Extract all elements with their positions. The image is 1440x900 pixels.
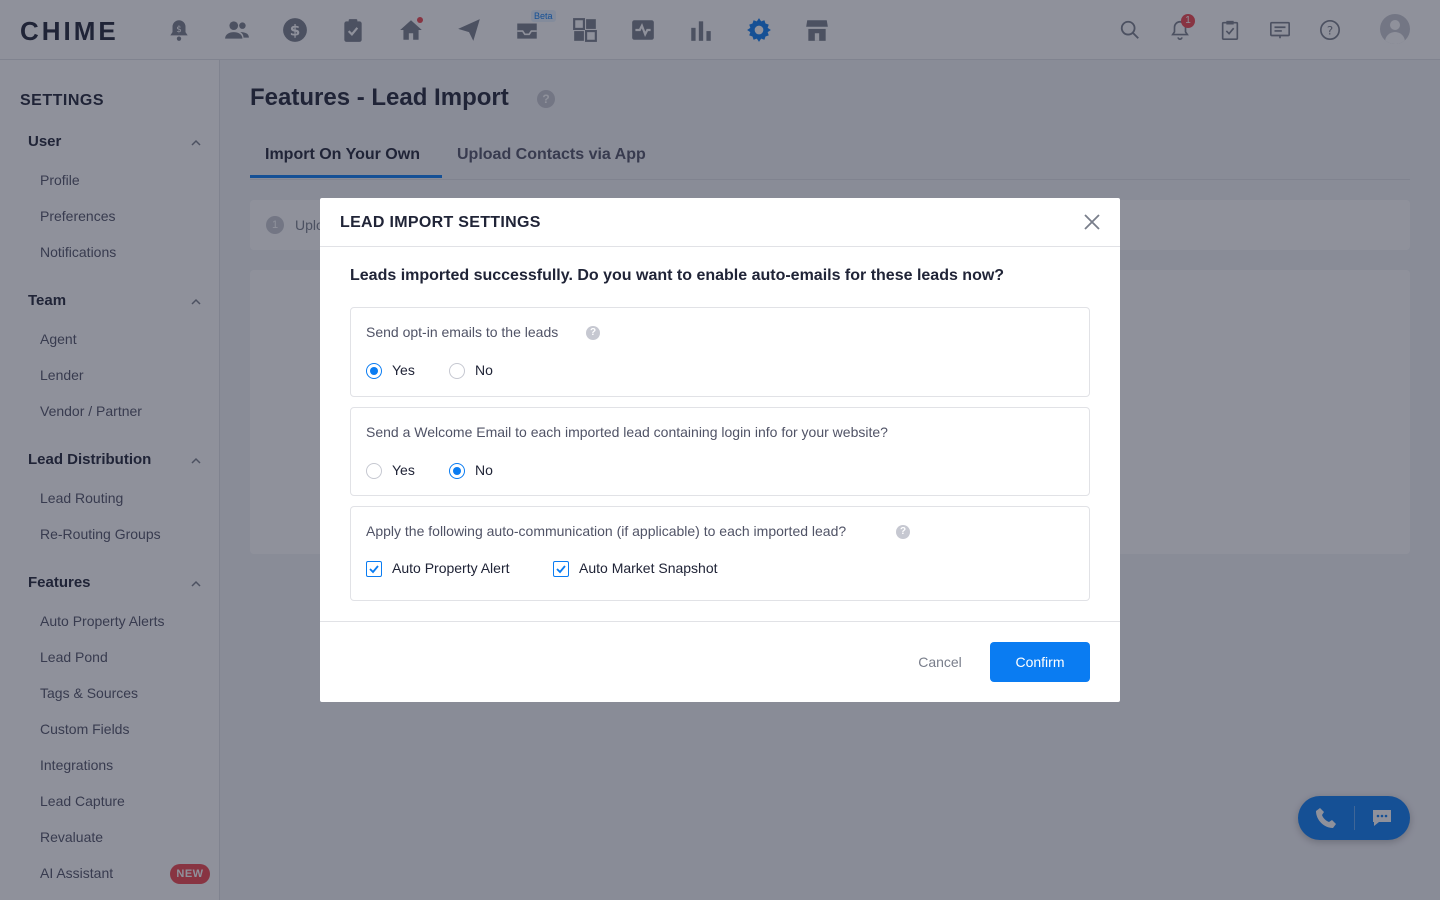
auto-market-snapshot-label[interactable]: Auto Market Snapshot bbox=[579, 560, 718, 576]
auto-market-snapshot-checkbox[interactable] bbox=[553, 561, 569, 577]
welcome-yes-label[interactable]: Yes bbox=[392, 462, 415, 478]
welcome-no-radio[interactable] bbox=[449, 463, 465, 479]
opt-in-email-section: Send opt-in emails to the leads ? Yes No bbox=[350, 307, 1090, 397]
close-icon[interactable] bbox=[1082, 212, 1102, 232]
modal-footer: Cancel Confirm bbox=[320, 621, 1120, 702]
opt-in-no-label[interactable]: No bbox=[475, 362, 493, 378]
welcome-yes-radio[interactable] bbox=[366, 463, 382, 479]
welcome-email-label: Send a Welcome Email to each imported le… bbox=[366, 424, 888, 440]
help-icon[interactable]: ? bbox=[896, 525, 910, 539]
opt-in-yes-radio[interactable] bbox=[366, 363, 382, 379]
checkmark-icon bbox=[556, 565, 566, 574]
modal-question: Leads imported successfully. Do you want… bbox=[350, 267, 1005, 284]
help-icon[interactable]: ? bbox=[586, 326, 600, 340]
lead-import-settings-modal: LEAD IMPORT SETTINGS Leads imported succ… bbox=[320, 198, 1120, 702]
welcome-no-label[interactable]: No bbox=[475, 462, 493, 478]
auto-property-alert-checkbox[interactable] bbox=[366, 561, 382, 577]
opt-in-yes-label[interactable]: Yes bbox=[392, 362, 415, 378]
auto-communication-label: Apply the following auto-communication (… bbox=[366, 523, 847, 539]
opt-in-email-label: Send opt-in emails to the leads bbox=[366, 324, 559, 340]
cancel-button[interactable]: Cancel bbox=[910, 642, 970, 682]
modal-title: LEAD IMPORT SETTINGS bbox=[340, 214, 541, 231]
checkmark-icon bbox=[369, 565, 379, 574]
auto-property-alert-label[interactable]: Auto Property Alert bbox=[392, 560, 510, 576]
modal-header: LEAD IMPORT SETTINGS bbox=[320, 198, 1120, 247]
auto-communication-section: Apply the following auto-communication (… bbox=[350, 506, 1090, 601]
welcome-email-section: Send a Welcome Email to each imported le… bbox=[350, 407, 1090, 496]
opt-in-no-radio[interactable] bbox=[449, 363, 465, 379]
confirm-button[interactable]: Confirm bbox=[990, 642, 1090, 682]
